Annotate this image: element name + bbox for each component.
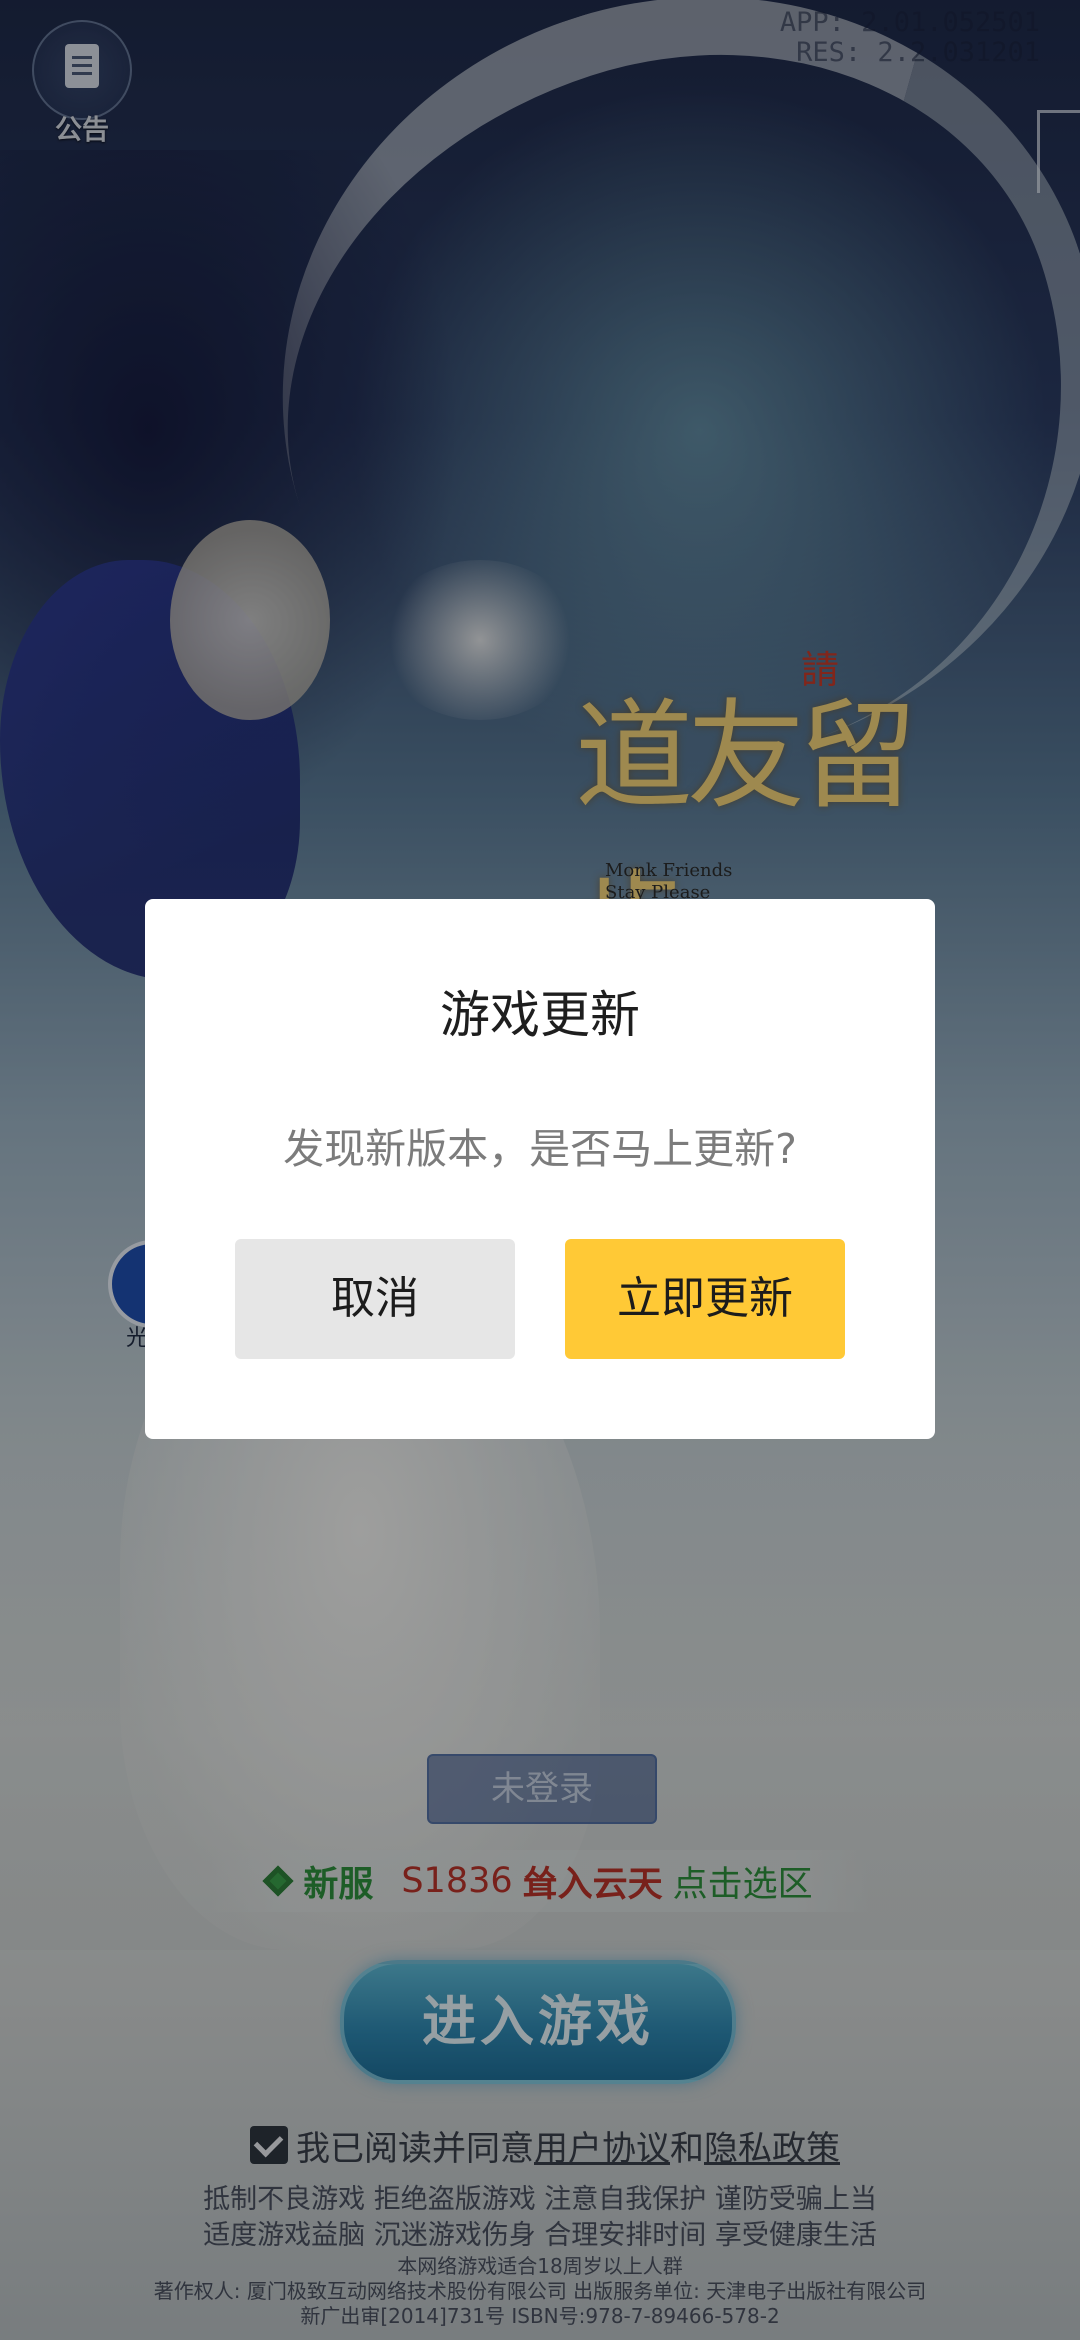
dialog-title: 游戏更新 — [440, 986, 640, 1044]
server-new-label: 新服 — [303, 1864, 374, 1905]
footer-isbn: 新广出审[2014]731号 ISBN号:978-7-89466-578-2 — [300, 2304, 780, 2328]
agreement-checkbox[interactable] — [250, 2126, 288, 2164]
game-logo-seal: 請 — [800, 648, 839, 692]
server-selector[interactable]: 新服 S1836 耸入云天 点击选区 — [210, 1850, 870, 1912]
background-character-hair — [170, 520, 330, 720]
document-icon — [65, 44, 99, 88]
game-logo-english-line1: Monk Friends — [605, 860, 733, 881]
user-agreement-link[interactable]: 用户协议 — [534, 2121, 670, 2170]
update-dialog: 游戏更新 发现新版本，是否马上更新? 取消 立即更新 — [145, 899, 935, 1439]
version-app: APP: 2.01.052501 — [779, 7, 1040, 38]
notice-label: 公告 — [55, 115, 109, 146]
game-launch-screen: 道友留步 請 Monk Friends Stay Please 公告 APP: … — [0, 0, 1080, 2340]
notice-button-circle — [32, 20, 132, 120]
enter-game-button[interactable]: 进入游戏 — [340, 1960, 736, 2084]
footer-copyright: 著作权人: 厦门极致互动网络技术股份有限公司 出版服务单位: 天津电子出版社有限… — [153, 2279, 927, 2303]
footer-health-notice-2: 适度游戏益脑 沉迷游戏伤身 合理安排时间 享受健康生活 — [203, 2220, 877, 2251]
footer-health-notice-1: 抵制不良游戏 拒绝盗版游戏 注意自我保护 谨防受骗上当 — [203, 2184, 877, 2215]
server-id: S1836 — [401, 1861, 513, 1901]
background-wing-art — [0, 150, 460, 850]
agreement-row: 我已阅读并同意 用户协议 和 隐私政策 — [250, 2120, 870, 2170]
server-select-link[interactable]: 点击选区 — [673, 1856, 813, 1907]
version-info: APP: 2.01.052501 RES: 2.2.031201 — [780, 8, 1040, 68]
game-logo: 道友留步 請 Monk Friends Stay Please — [575, 640, 945, 996]
update-now-button[interactable]: 立即更新 — [565, 1239, 845, 1359]
privacy-policy-link[interactable]: 隐私政策 — [704, 2121, 840, 2170]
diamond-icon — [262, 1865, 294, 1897]
login-status-button[interactable]: 未登录 — [427, 1754, 657, 1824]
corner-frame-decoration — [1037, 110, 1080, 193]
agreement-and: 和 — [670, 2128, 704, 2169]
background-character-flying — [380, 560, 580, 720]
dialog-message: 发现新版本，是否马上更新? — [283, 1125, 797, 1173]
footer-age-rating: 本网络游戏适合18周岁以上人群 — [397, 2254, 683, 2278]
cancel-button[interactable]: 取消 — [235, 1239, 515, 1359]
server-name: 耸入云天 — [522, 1864, 663, 1905]
version-res: RES: 2.2.031201 — [796, 37, 1040, 68]
notice-button[interactable]: 公告 — [30, 20, 134, 146]
agreement-prefix: 我已阅读并同意 — [296, 2128, 534, 2169]
legal-footer: 抵制不良游戏 拒绝盗版游戏 注意自我保护 谨防受骗上当 适度游戏益脑 沉迷游戏伤… — [0, 2182, 1080, 2329]
